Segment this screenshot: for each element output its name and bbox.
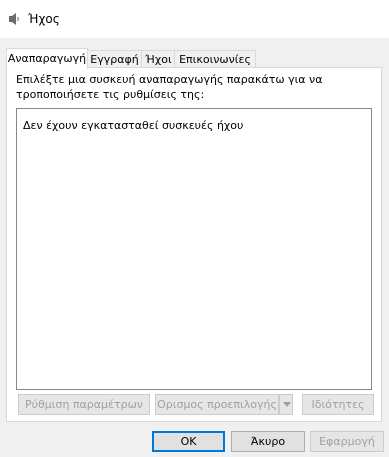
tab-label: Επικοινωνίες	[179, 53, 251, 66]
device-list[interactable]: Δεν έχουν εγκατασταθεί συσκευές ήχου	[16, 108, 372, 390]
tab-communications[interactable]: Επικοινωνίες	[174, 50, 256, 68]
configure-button[interactable]: Ρύθμιση παραμέτρων	[18, 394, 150, 415]
cancel-button[interactable]: Άκυρο	[231, 431, 305, 452]
tab-label: Αναπαραγωγή	[7, 52, 87, 65]
empty-device-message: Δεν έχουν εγκατασταθεί συσκευές ήχου	[23, 119, 244, 132]
window-title: Ήχος	[28, 12, 60, 26]
speaker-icon	[9, 13, 19, 25]
set-default-dropdown[interactable]	[279, 394, 293, 415]
title-bar: Ήχος	[0, 0, 389, 38]
tab-label: Ήχοι	[145, 53, 172, 66]
instructions-text: Επιλέξτε μια συσκευή αναπαραγωγής παρακά…	[16, 73, 323, 101]
set-default-button[interactable]: Ορισμος προεπιλογής	[155, 394, 279, 415]
apply-button[interactable]: Εφαρμογή	[310, 431, 384, 452]
tab-sounds[interactable]: Ήχοι	[141, 50, 176, 68]
tab-label: Εγγραφή	[90, 53, 139, 66]
playback-panel: Επιλέξτε μια συσκευή αναπαραγωγής παρακά…	[6, 67, 382, 422]
chevron-down-icon	[283, 402, 291, 407]
properties-button[interactable]: Ιδιότητες	[302, 394, 374, 415]
ok-button[interactable]: OK	[152, 431, 225, 452]
tab-playback[interactable]: Αναπαραγωγή	[6, 48, 88, 69]
tab-recording[interactable]: Εγγραφή	[86, 50, 143, 68]
